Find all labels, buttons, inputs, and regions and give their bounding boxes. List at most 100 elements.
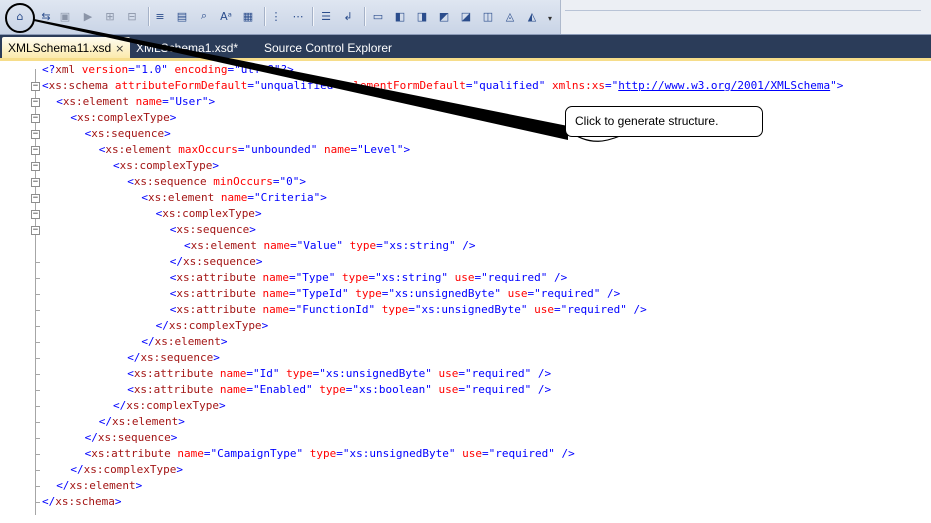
- code-token: xs:attribute: [133, 383, 214, 396]
- bookmark-icon[interactable]: Aᵃ: [218, 8, 234, 24]
- code-line: </xs:sequence>: [170, 254, 263, 270]
- clear-bookmarks-icon[interactable]: ◭: [524, 8, 540, 24]
- bookmark-folder-prev-icon[interactable]: ◩: [436, 8, 452, 24]
- code-token: xs:sequence: [91, 127, 165, 140]
- show-schema-icon[interactable]: ⇆: [38, 8, 54, 24]
- code-token: name: [213, 383, 247, 396]
- code-token: =: [289, 239, 297, 252]
- comment-icon[interactable]: ▦: [240, 8, 256, 24]
- code-token: >: [213, 351, 220, 364]
- code-token: xs:element: [148, 191, 215, 204]
- code-token: =: [289, 303, 296, 316]
- create-schema-icon[interactable]: ⊞: [102, 8, 118, 24]
- toolbar-overflow-dropdown[interactable]: ▾: [548, 14, 552, 23]
- format-icon[interactable]: ▤: [174, 8, 190, 24]
- code-token: =: [376, 239, 383, 252]
- outline-end-tick: [35, 390, 40, 391]
- tab-xmlschema11[interactable]: XMLSchema11.xsd ×: [2, 37, 130, 59]
- code-token: "Enabled": [253, 383, 313, 396]
- collapse-toggle-icon[interactable]: −: [31, 210, 40, 219]
- xslt-debug-icon[interactable]: ⊟: [124, 8, 140, 24]
- bookmark-next-icon[interactable]: ◨: [414, 8, 430, 24]
- code-token: version: [75, 63, 129, 76]
- code-token: "CampaignType": [210, 447, 304, 460]
- code-token: xs:complexType: [168, 319, 262, 332]
- code-token: type: [303, 447, 337, 460]
- code-token: name: [255, 271, 290, 284]
- code-token: </: [155, 319, 169, 332]
- collapse-toggle-icon[interactable]: −: [31, 98, 40, 107]
- outline-end-tick: [35, 262, 40, 263]
- collapse-toggle-icon[interactable]: −: [31, 82, 40, 91]
- code-line: <xs:attribute name="Id" type="xs:unsigne…: [127, 366, 551, 382]
- bookmark-folder-next-icon[interactable]: ◪: [458, 8, 474, 24]
- outline-end-tick: [35, 422, 40, 423]
- code-token: <: [127, 383, 134, 396]
- go-to-definition-icon[interactable]: ▶: [80, 8, 96, 24]
- code-line: <?xml version="1.0" encoding="utf-8"?>: [42, 62, 294, 78]
- code-token: type: [312, 383, 346, 396]
- code-token: >: [249, 223, 256, 236]
- code-token: "xs:string": [382, 239, 456, 252]
- collapse-toggle-icon[interactable]: −: [31, 146, 40, 155]
- tab-xmlschema1[interactable]: XMLSchema1.xsd*: [130, 37, 244, 59]
- outline-end-tick: [35, 406, 40, 407]
- find-icon[interactable]: ⌕: [196, 8, 212, 24]
- code-token: xs:element: [62, 95, 130, 108]
- code-token: >: [176, 463, 183, 476]
- code-token: "required": [488, 447, 555, 460]
- list-icon[interactable]: ☰: [318, 8, 334, 24]
- code-token: type: [279, 367, 313, 380]
- validate-icon[interactable]: ▣: [57, 8, 73, 24]
- collapse-toggle-icon[interactable]: −: [31, 194, 40, 203]
- code-token: name: [214, 191, 248, 204]
- close-icon[interactable]: ×: [115, 38, 124, 60]
- code-token: use: [455, 447, 483, 460]
- code-line: <xs:element maxOccurs="unbounded" name="…: [99, 142, 410, 158]
- rectangle-icon[interactable]: ▭: [370, 8, 386, 24]
- code-token: >: [135, 479, 143, 492]
- code-token: name: [213, 367, 247, 380]
- code-token: name: [317, 143, 351, 156]
- collapse-toggle-icon[interactable]: −: [31, 162, 40, 171]
- indent-icon[interactable]: ≡: [152, 8, 168, 24]
- code-token: "unqualified": [253, 79, 341, 92]
- generate-structure-icon[interactable]: ⌂: [12, 8, 28, 24]
- code-token: xs:sequence: [140, 351, 214, 364]
- code-line: </xs:complexType>: [156, 318, 269, 334]
- bookmark-prev-icon[interactable]: ◧: [392, 8, 408, 24]
- code-token: =: [128, 63, 135, 76]
- outline-end-tick: [35, 486, 40, 487]
- code-token: </: [70, 463, 84, 476]
- code-line: </xs:complexType>: [113, 398, 226, 414]
- collapse-toggle-icon[interactable]: −: [31, 130, 40, 139]
- namespace-link[interactable]: http://www.w3.org/2001/XMLSchema: [618, 79, 830, 92]
- code-token: <: [127, 367, 134, 380]
- code-line: </xs:sequence>: [127, 350, 220, 366]
- bookmark-doc-next-icon[interactable]: ◬: [502, 8, 518, 24]
- collapse-toggle-icon[interactable]: −: [31, 178, 40, 187]
- code-line: </xs:element>: [99, 414, 185, 430]
- code-token: name: [255, 303, 290, 316]
- code-token: >: [299, 175, 307, 188]
- collapse-toggle-icon[interactable]: −: [31, 226, 40, 235]
- bookmark-doc-prev-icon[interactable]: ◫: [480, 8, 496, 24]
- code-editor[interactable]: <?xml version="1.0" encoding="utf-8"?> <x…: [0, 61, 931, 523]
- code-token: xs:element: [69, 479, 136, 492]
- outdent-icon[interactable]: ⋯: [290, 8, 306, 24]
- code-token: =: [465, 79, 473, 92]
- code-token: >: [208, 95, 216, 108]
- code-token: "required": [560, 303, 627, 316]
- code-token: xs:attribute: [176, 271, 256, 284]
- code-line: <xs:attribute name="FunctionId" type="xs…: [170, 302, 647, 318]
- code-token: </: [127, 351, 141, 364]
- line-break-icon[interactable]: ↲: [340, 8, 356, 24]
- code-token: />: [626, 303, 647, 316]
- collapse-toggle-icon[interactable]: −: [31, 114, 40, 123]
- outline-end-tick: [35, 326, 40, 327]
- uncomment-icon[interactable]: ⋮: [268, 8, 284, 24]
- code-token: "xs:string": [375, 271, 449, 284]
- code-token: "Level": [357, 143, 404, 156]
- tab-source-control-explorer[interactable]: Source Control Explorer: [258, 37, 398, 59]
- code-token: "xs:unsignedByte": [414, 303, 528, 316]
